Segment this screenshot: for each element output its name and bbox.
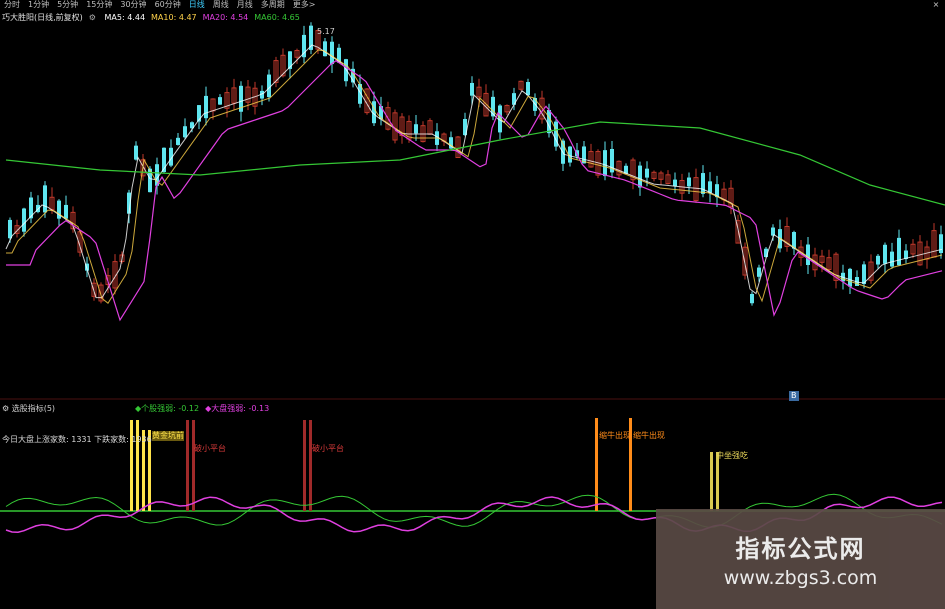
candle-body [43, 185, 47, 213]
sub-legend-item: ◆个股强弱: -0.12 [135, 404, 200, 413]
period-tab[interactable]: 分时 [4, 0, 20, 10]
high-price-label: 5.17 [317, 27, 335, 36]
candle-body [603, 150, 607, 177]
period-tab[interactable]: 月线 [237, 0, 253, 10]
ma-legend-item: MA60: 4.65 [254, 13, 300, 22]
settings-icon[interactable]: ⚙ [2, 404, 12, 413]
candle-body [267, 74, 271, 98]
sub-indicator-name: 选股指标(5) [11, 404, 56, 413]
candle-body [750, 293, 754, 304]
period-tab[interactable]: 5分钟 [57, 0, 78, 10]
signal-label: 破小平台 [312, 444, 344, 453]
ma-legend-item: MA10: 4.47 [151, 13, 197, 22]
period-tab[interactable]: 周线 [213, 0, 229, 10]
candle-body [330, 41, 334, 65]
candle-body [848, 268, 852, 287]
b-marker[interactable]: B [789, 391, 799, 401]
candle-body [218, 97, 222, 105]
candle-body [470, 82, 474, 96]
candle-body [708, 181, 712, 193]
market-breadth-stats: 今日大盘上涨家数: 1331 下跌家数: 1936 [2, 435, 152, 444]
candle-body [701, 173, 705, 194]
candle-body [897, 237, 901, 266]
candle-body [673, 179, 677, 187]
candle-body [22, 208, 26, 232]
signal-bar [710, 452, 713, 511]
ma20-line [6, 59, 943, 322]
close-icon[interactable]: × [930, 0, 942, 10]
ma-legend-item: MA5: 4.44 [104, 13, 146, 22]
period-tab[interactable]: 60分钟 [155, 0, 181, 10]
candle-body [757, 267, 761, 277]
ma-legend-item: MA20: 4.54 [202, 13, 249, 22]
signal-bar [192, 420, 195, 511]
signal-bar [186, 420, 189, 511]
watermark-title: 指标公式网 [735, 535, 866, 563]
signal-bar [303, 420, 306, 511]
period-tab[interactable]: 30分钟 [120, 0, 146, 10]
settings-icon[interactable]: ⚙ [89, 13, 96, 22]
period-tab[interactable]: 多周期 [261, 0, 285, 10]
candle-body [414, 124, 418, 134]
candle-body [134, 145, 138, 160]
signal-label: 黄金坑前 [152, 431, 184, 441]
sub-legend-item: ◆大盘强弱: -0.13 [205, 404, 270, 413]
candle-body [687, 177, 691, 187]
period-tab[interactable]: 1分钟 [28, 0, 49, 10]
candle-body [526, 82, 530, 96]
candle-body [638, 165, 642, 188]
period-tab[interactable]: 15分钟 [86, 0, 112, 10]
candle-body [645, 168, 649, 178]
candle-body [204, 95, 208, 119]
candle-body [176, 137, 180, 145]
candle-body [806, 244, 810, 265]
candle-body [8, 219, 12, 239]
period-toolbar: 分时 1分钟 5分钟 15分钟 30分钟 60分钟 日线 周线 月线 多周期 更多> [0, 0, 945, 10]
candle-body [883, 244, 887, 264]
candle-body [890, 251, 894, 267]
signal-label: 中坐强吃 [716, 451, 748, 460]
candle-body [323, 41, 327, 57]
candle-body [183, 126, 187, 138]
sub-chart-title: ⚙ 选股指标(5) [2, 403, 55, 415]
signal-label: 缩牛出现 [633, 431, 665, 440]
signal-bar [309, 420, 312, 511]
candle-body [64, 204, 68, 219]
period-tab[interactable]: 更多> [293, 0, 316, 10]
watermark-banner: 指标公式网 www.zbgs3.com [656, 509, 945, 609]
signal-label: 缩牛出现 [599, 431, 631, 440]
signal-label: 破小平台 [194, 444, 226, 453]
main-chart-legend: 巧大胜阳(日线,前复权) ⚙ MA5: 4.44 MA10: 4.47 MA20: 4… [2, 12, 312, 24]
period-tab[interactable]: 日线 [189, 0, 205, 10]
watermark-url: www.zbgs3.com [723, 567, 878, 589]
sub-chart-legend: ◆个股强弱: -0.12 ◆大盘强弱: -0.13 [135, 403, 275, 415]
candle-body [876, 255, 880, 265]
chart-title: 巧大胜阳(日线,前复权) [2, 13, 83, 22]
